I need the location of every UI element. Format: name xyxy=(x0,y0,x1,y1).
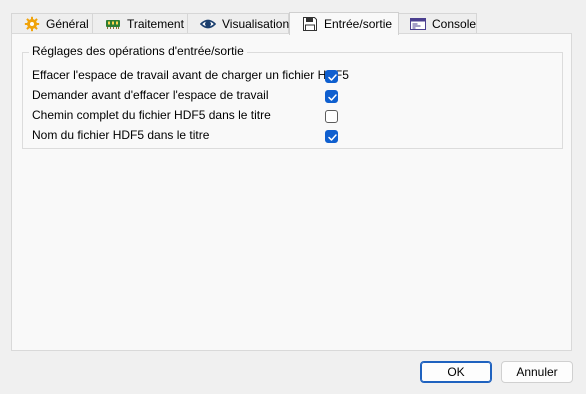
checkbox-full-path-title[interactable] xyxy=(325,110,338,123)
group-title: Réglages des opérations d'entrée/sortie xyxy=(29,44,247,58)
option-label-filename-title: Nom du fichier HDF5 dans le titre xyxy=(32,128,210,142)
tab-label: Traitement xyxy=(127,17,184,31)
tab-panel-entree-sortie: Réglages des opérations d'entrée/sortie … xyxy=(11,33,572,351)
option-label-clear-workspace: Effacer l'espace de travail avant de cha… xyxy=(32,68,349,82)
ok-button-label: OK xyxy=(447,365,465,379)
tab-traitement[interactable]: Traitement xyxy=(92,13,188,34)
tab-label: Console xyxy=(432,17,477,31)
option-label-confirm-clear: Demander avant d'effacer l'espace de tra… xyxy=(32,88,269,102)
option-label-full-path-title: Chemin complet du fichier HDF5 dans le t… xyxy=(32,108,271,122)
console-window-icon xyxy=(410,16,426,32)
checkbox-filename-title[interactable] xyxy=(325,130,338,143)
tab-label: Entrée/sortie xyxy=(324,17,393,31)
gear-icon xyxy=(24,16,40,32)
checkbox-clear-workspace[interactable] xyxy=(325,70,338,83)
io-settings-group: Réglages des opérations d'entrée/sortie … xyxy=(22,44,563,149)
cancel-button[interactable]: Annuler xyxy=(501,361,573,383)
checkbox-confirm-clear[interactable] xyxy=(325,90,338,103)
tab-label: Visualisation xyxy=(222,17,290,31)
cancel-button-label: Annuler xyxy=(516,365,558,379)
tab-general[interactable]: Général xyxy=(11,13,93,34)
tab-label: Général xyxy=(46,17,89,31)
eye-icon xyxy=(199,16,217,32)
ok-button[interactable]: OK xyxy=(420,361,492,383)
tab-console[interactable]: Console xyxy=(397,13,477,34)
tab-entree-sortie[interactable]: Entrée/sortie xyxy=(289,12,399,35)
memory-chip-icon xyxy=(105,16,121,32)
floppy-disk-icon xyxy=(302,16,318,32)
tab-visualisation[interactable]: Visualisation xyxy=(187,13,289,34)
